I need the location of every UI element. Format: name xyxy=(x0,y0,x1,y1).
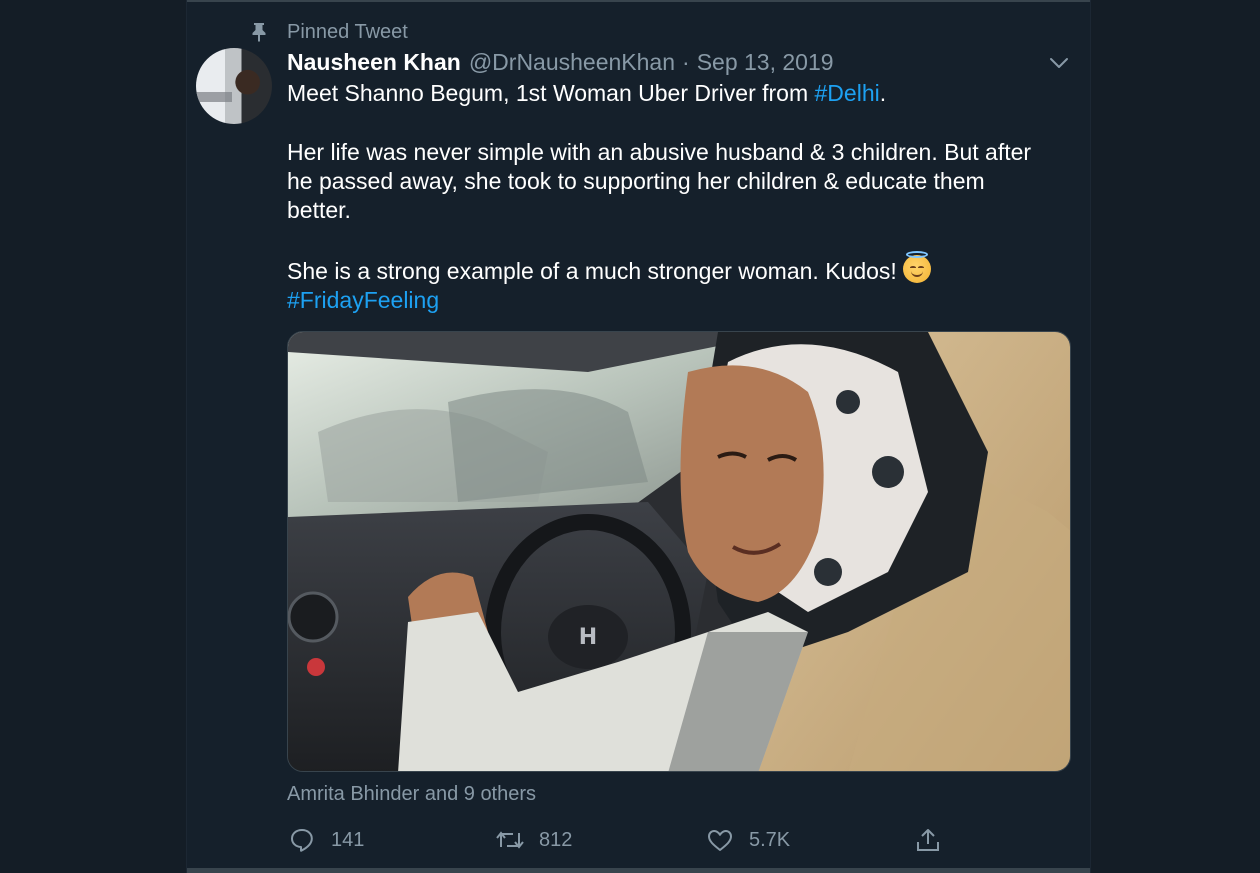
pinned-tweet-indicator: Pinned Tweet xyxy=(251,20,408,44)
timeline-column: Pinned Tweet Nausheen Khan @DrNausheenKh… xyxy=(186,0,1091,873)
retweet-button[interactable]: 812 xyxy=(495,822,572,858)
avatar[interactable] xyxy=(196,48,272,124)
like-button[interactable]: 5.7K xyxy=(705,822,790,858)
retweet-count: 812 xyxy=(539,828,573,851)
tweet-text: Meet Shanno Begum, 1st Woman Uber Driver… xyxy=(287,79,1077,315)
reply-count: 141 xyxy=(331,828,365,851)
photo-illustration: H xyxy=(288,332,1070,771)
separator-dot: · xyxy=(682,48,690,75)
pinned-label: Pinned Tweet xyxy=(287,20,408,43)
pin-icon xyxy=(251,22,267,42)
tweet-line: Her life was never simple with an abusiv… xyxy=(287,138,1032,165)
tweet-line: #FridayFeeling xyxy=(287,286,1077,315)
heart-icon xyxy=(705,825,735,855)
divider xyxy=(187,0,1090,2)
liked-by-summary[interactable]: Amrita Bhinder and 9 others xyxy=(287,783,536,806)
retweet-icon xyxy=(495,825,525,855)
share-icon xyxy=(913,825,943,855)
tweet-actions: 141 812 5.7K xyxy=(287,822,987,858)
share-button[interactable] xyxy=(913,822,957,858)
tweet-photo[interactable]: H xyxy=(287,331,1071,772)
like-count: 5.7K xyxy=(749,828,791,851)
divider xyxy=(187,868,1090,873)
author-display-name[interactable]: Nausheen Khan xyxy=(287,49,461,76)
tweet-line: better. xyxy=(287,197,351,224)
smiling-face-with-halo-icon xyxy=(902,250,931,283)
tweet-line: he passed away, she took to supporting h… xyxy=(287,167,985,194)
chevron-down-icon[interactable] xyxy=(1048,52,1070,74)
tweet[interactable]: Nausheen Khan @DrNausheenKhan · Sep 13, … xyxy=(287,46,1072,315)
tweet-date[interactable]: Sep 13, 2019 xyxy=(697,49,834,76)
hashtag-link[interactable]: #FridayFeeling xyxy=(287,287,439,313)
tweet-line: She is a strong example of a much strong… xyxy=(287,250,1077,286)
reply-button[interactable]: 141 xyxy=(287,822,364,858)
hashtag-link[interactable]: #Delhi xyxy=(815,80,880,106)
author-handle[interactable]: @DrNausheenKhan xyxy=(469,49,675,76)
tweet-header: Nausheen Khan @DrNausheenKhan · Sep 13, … xyxy=(287,46,1072,78)
reply-icon xyxy=(287,825,317,855)
tweet-line: Meet Shanno Begum, 1st Woman Uber Driver… xyxy=(287,80,887,106)
svg-text:H: H xyxy=(579,625,597,650)
